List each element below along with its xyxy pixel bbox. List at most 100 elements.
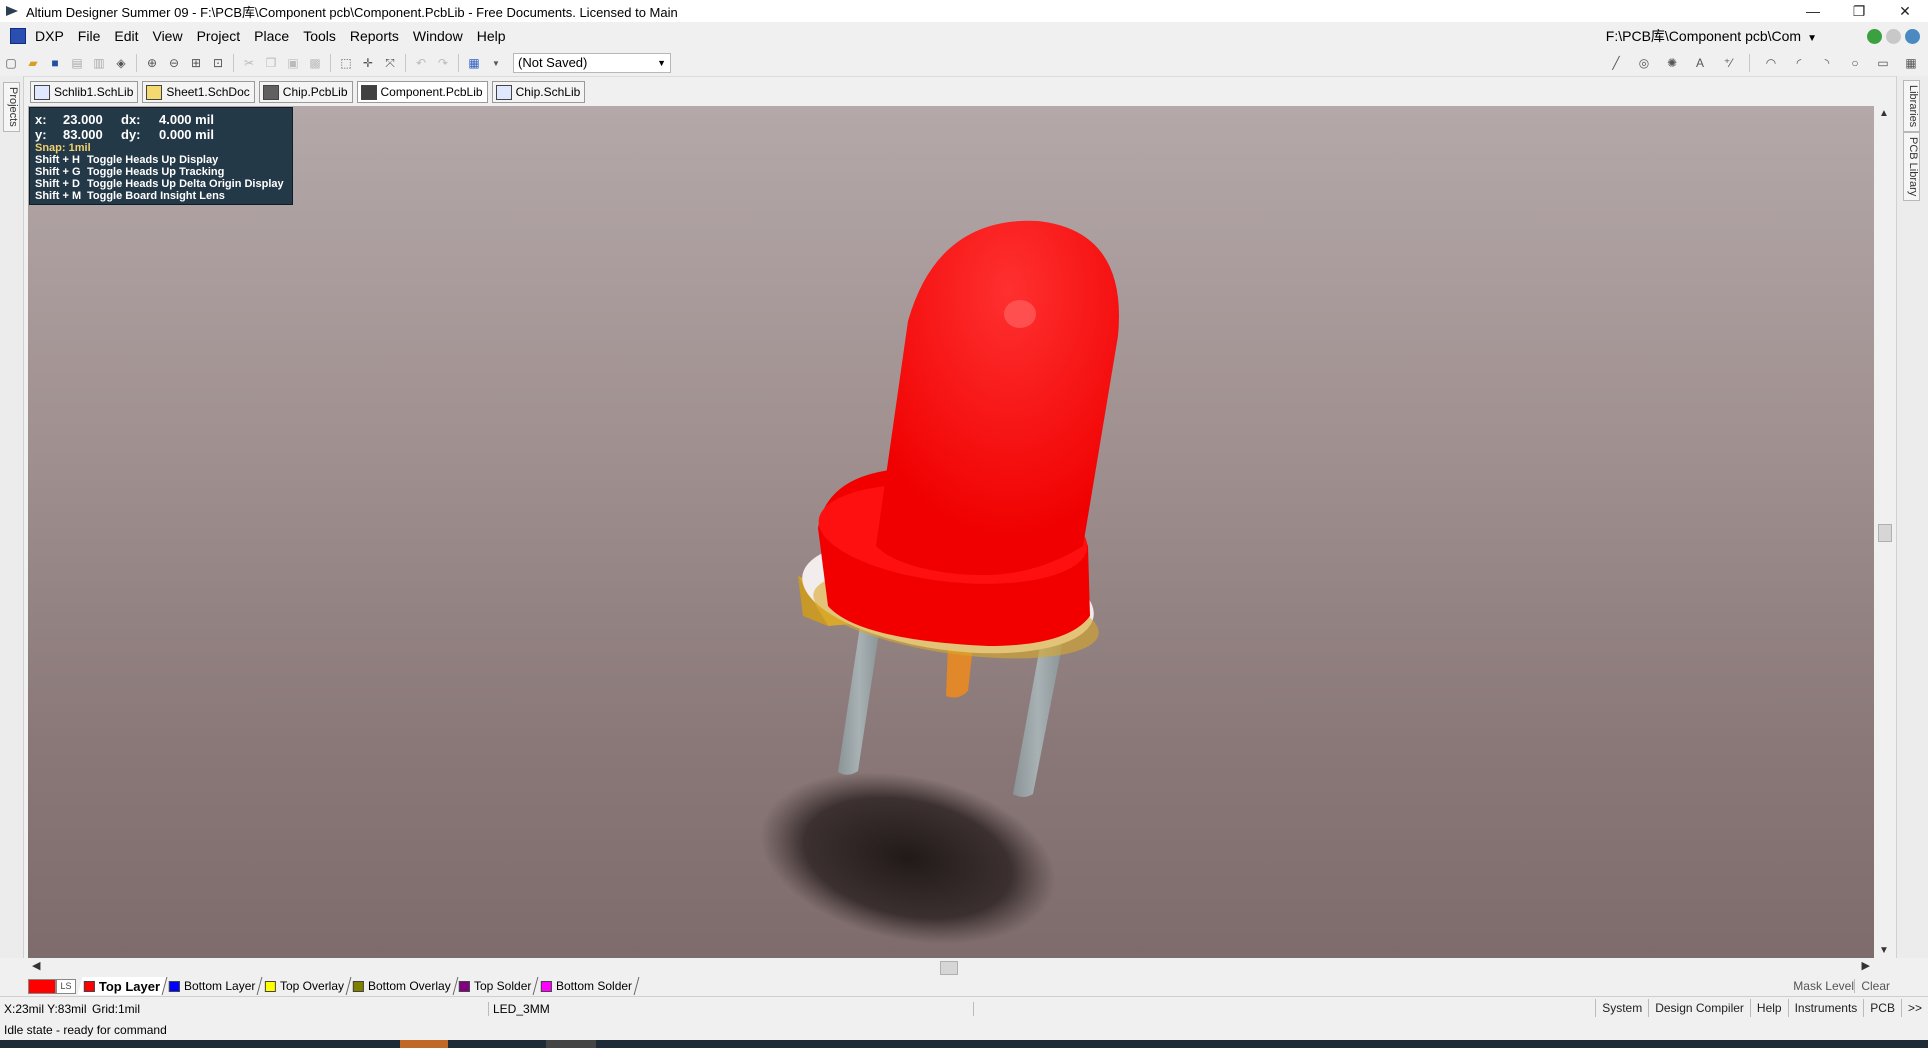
help-panel-button[interactable]: Help xyxy=(1749,999,1788,1017)
menu-project[interactable]: Project xyxy=(190,25,248,47)
more-panels-button[interactable]: >> xyxy=(1900,999,1928,1017)
zoom-in-icon[interactable]: ⊕ xyxy=(144,55,160,71)
tab-sheet1[interactable]: Sheet1.SchDoc xyxy=(142,81,255,103)
zoom-area-icon[interactable]: ⊡ xyxy=(210,55,226,71)
layer-tab-bottom-overlay[interactable]: Bottom Overlay xyxy=(346,977,458,995)
tab-chip-pcblib[interactable]: Chip.PcbLib xyxy=(258,81,353,103)
projects-panel-tab[interactable]: Projects xyxy=(3,82,20,132)
rubber-stamp-icon[interactable]: ▩ xyxy=(307,55,323,71)
dxp-icon xyxy=(10,28,26,44)
menu-dxp[interactable]: DXP xyxy=(28,25,71,47)
taskbar-item[interactable] xyxy=(546,1040,596,1048)
restore-button[interactable]: ❐ xyxy=(1836,0,1882,22)
home-icon[interactable] xyxy=(1905,28,1920,44)
chevron-down-icon[interactable]: ▼ xyxy=(488,55,504,71)
scroll-up-icon[interactable]: ▲ xyxy=(1879,108,1889,119)
instruments-panel-button[interactable]: Instruments xyxy=(1787,999,1864,1017)
scroll-right-icon[interactable]: ▶ xyxy=(1862,959,1870,972)
cut-icon[interactable]: ✂ xyxy=(241,55,257,71)
new-document-icon[interactable]: ▢ xyxy=(3,55,19,71)
layer-stack-icon[interactable]: ◈ xyxy=(113,55,129,71)
back-arrow-icon[interactable] xyxy=(1867,28,1882,44)
led-3d-model xyxy=(760,220,1119,945)
libraries-panel-tab[interactable]: Libraries xyxy=(1903,80,1920,133)
placement-toolbar: ╱ ◎ ✺ A ⁺⁄ ◠ ◜ ◝ ○ ▭ ▦ xyxy=(1605,54,1922,72)
menu-tools[interactable]: Tools xyxy=(296,25,343,47)
horizontal-scroll-thumb[interactable] xyxy=(940,961,958,975)
redo-icon[interactable]: ↷ xyxy=(435,55,451,71)
circle-tool-icon[interactable]: ○ xyxy=(1847,55,1863,71)
menu-reports[interactable]: Reports xyxy=(343,25,406,47)
deselect-icon[interactable]: ⤧ xyxy=(382,55,398,71)
vertical-scroll-thumb[interactable] xyxy=(1878,524,1892,542)
scroll-left-icon[interactable]: ◀ xyxy=(32,959,40,972)
hud-shortcut: Shift + G Toggle Heads Up Tracking xyxy=(35,166,225,178)
pad-tool-icon[interactable]: ◎ xyxy=(1636,55,1652,71)
undo-icon[interactable]: ↶ xyxy=(413,55,429,71)
layer-tab-bottom-layer[interactable]: Bottom Layer xyxy=(162,977,263,995)
vertical-scrollbar[interactable]: ▲ ▼ xyxy=(1874,106,1894,958)
mask-level-button[interactable]: Mask Level xyxy=(1793,979,1854,993)
forward-arrow-icon[interactable] xyxy=(1886,28,1901,44)
tab-label: Schlib1.SchLib xyxy=(54,85,134,99)
minimize-button[interactable]: — xyxy=(1790,0,1836,22)
layer-tab-top-layer[interactable]: Top Layer xyxy=(77,977,168,995)
copy-icon[interactable]: ❐ xyxy=(263,55,279,71)
variant-combo[interactable]: (Not Saved) ▼ xyxy=(513,53,671,73)
grid-icon[interactable]: ▦ xyxy=(466,55,482,71)
coordinate-tool-icon[interactable]: ⁺⁄ xyxy=(1720,55,1736,71)
line-tool-icon[interactable]: ╱ xyxy=(1608,55,1624,71)
menu-bar: DXP File Edit View Project Place Tools R… xyxy=(0,22,1928,50)
fill-tool-icon[interactable]: ▭ xyxy=(1875,55,1891,71)
menu-view[interactable]: View xyxy=(145,25,189,47)
layer-tab-top-overlay[interactable]: Top Overlay xyxy=(258,977,351,995)
left-pin xyxy=(838,626,880,775)
save-icon[interactable]: ■ xyxy=(47,55,63,71)
arc-any-icon[interactable]: ◝ xyxy=(1819,55,1835,71)
tab-chip-schlib[interactable]: Chip.SchLib xyxy=(491,81,586,103)
tab-component-pcblib[interactable]: Component.PcbLib xyxy=(356,81,488,103)
system-panel-button[interactable]: System xyxy=(1595,999,1648,1017)
menu-window[interactable]: Window xyxy=(406,25,470,47)
zoom-fit-icon[interactable]: ⊞ xyxy=(188,55,204,71)
led-dome xyxy=(876,220,1119,576)
pcblib-icon xyxy=(262,84,279,100)
zoom-out-icon[interactable]: ⊖ xyxy=(166,55,182,71)
string-tool-icon[interactable]: A xyxy=(1692,55,1708,71)
pcb-library-panel-tab[interactable]: PCB Library xyxy=(1903,132,1920,202)
move-icon[interactable]: ✛ xyxy=(360,55,376,71)
open-folder-icon[interactable]: ▰ xyxy=(25,55,41,71)
menu-edit[interactable]: Edit xyxy=(107,25,145,47)
status-message: Idle state - ready for command xyxy=(4,1023,167,1037)
paste-icon[interactable]: ▣ xyxy=(285,55,301,71)
menu-place[interactable]: Place xyxy=(247,25,296,47)
layer-tabs-bar: LS Top Layer Bottom Layer Top Overlay Bo… xyxy=(28,976,1896,996)
pcb-panel-button[interactable]: PCB xyxy=(1863,999,1901,1017)
menu-help[interactable]: Help xyxy=(470,25,513,47)
design-compiler-panel-button[interactable]: Design Compiler xyxy=(1648,999,1750,1017)
taskbar-item[interactable] xyxy=(400,1040,448,1048)
clear-button[interactable]: Clear xyxy=(1854,979,1890,993)
select-area-icon[interactable]: ⬚ xyxy=(338,55,354,71)
document-path-dropdown[interactable]: F:\PCB库\Component pcb\Com ▼ xyxy=(1600,25,1823,47)
scroll-down-icon[interactable]: ▼ xyxy=(1879,945,1889,956)
horizontal-scrollbar[interactable]: ◀ ▶ xyxy=(28,958,1874,976)
pcblib-icon xyxy=(360,84,377,100)
hud-shortcut: Shift + H Toggle Heads Up Display xyxy=(35,154,219,166)
arc-edge-icon[interactable]: ◜ xyxy=(1791,55,1807,71)
layer-set-button[interactable]: LS xyxy=(56,978,76,994)
arc-center-icon[interactable]: ◠ xyxy=(1763,55,1779,71)
tab-schlib1[interactable]: Schlib1.SchLib xyxy=(30,81,139,103)
menu-file[interactable]: File xyxy=(71,25,108,47)
array-paste-icon[interactable]: ▦ xyxy=(1903,55,1919,71)
print-preview-icon[interactable]: ▥ xyxy=(91,55,107,71)
current-layer-color[interactable] xyxy=(28,978,56,994)
layer-tab-top-solder[interactable]: Top Solder xyxy=(452,977,540,995)
layer-tab-bottom-solder[interactable]: Bottom Solder xyxy=(534,977,640,995)
close-button[interactable]: ✕ xyxy=(1882,0,1928,22)
schlib-icon xyxy=(34,84,50,100)
via-tool-icon[interactable]: ✺ xyxy=(1664,55,1680,71)
panel-buttons: System Design Compiler Help Instruments … xyxy=(1595,999,1928,1017)
print-icon[interactable]: ▤ xyxy=(69,55,85,71)
3d-viewport[interactable] xyxy=(28,106,1874,958)
